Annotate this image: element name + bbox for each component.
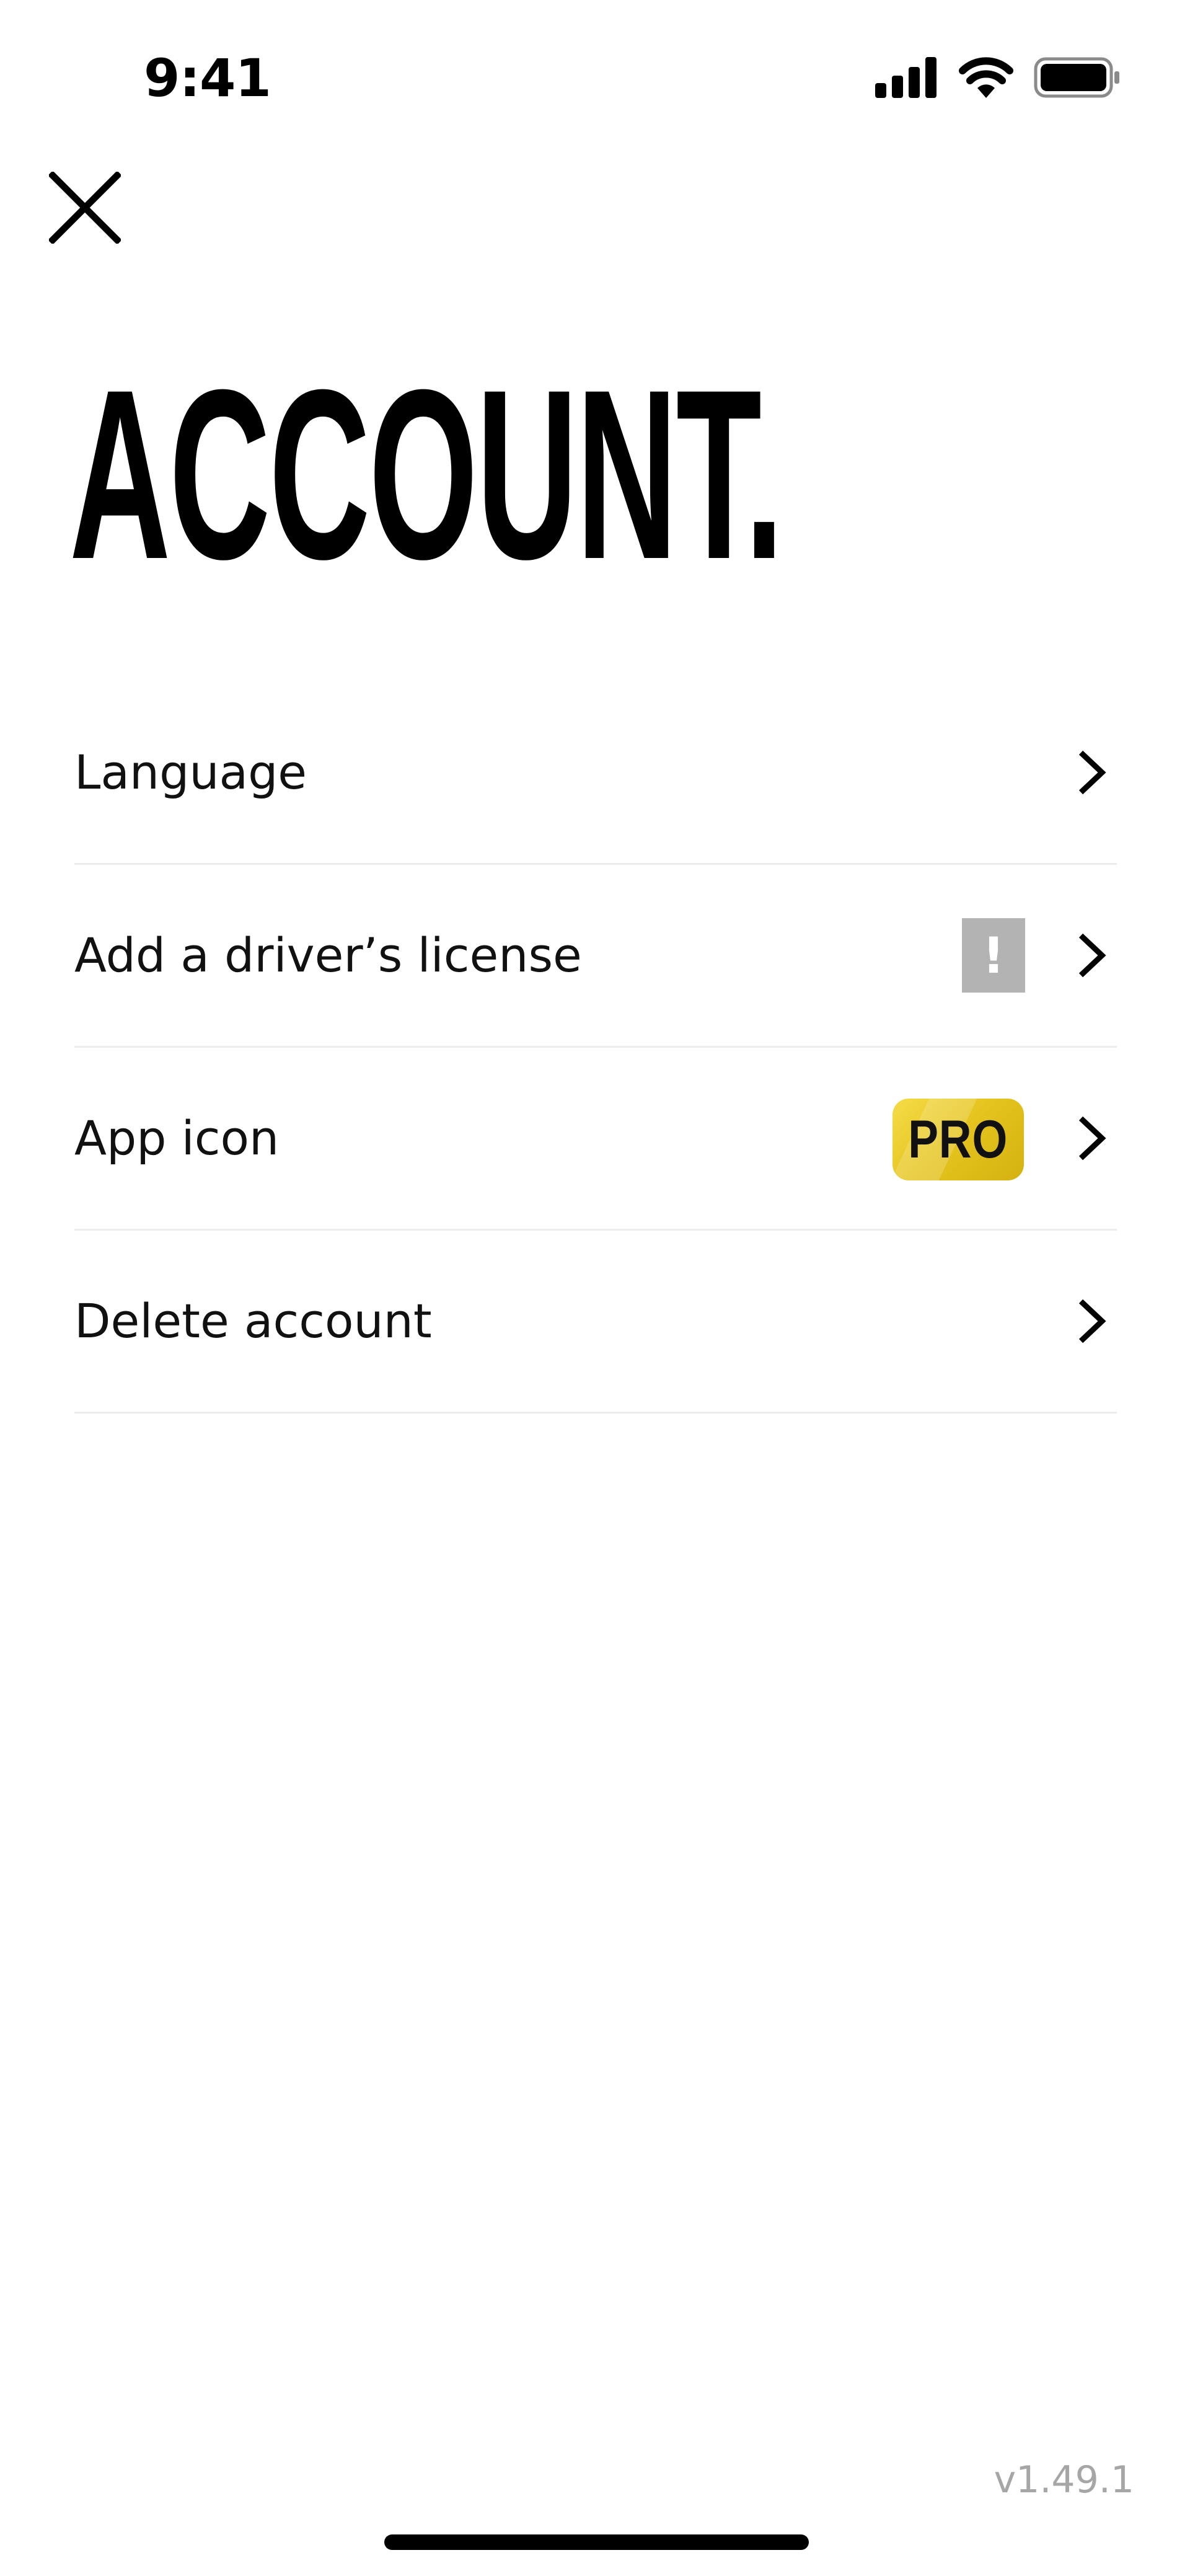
chevron-right-icon — [1078, 933, 1106, 978]
menu-item-drivers-license[interactable]: Add a driver’s license ! — [74, 865, 1117, 1048]
menu-item-language[interactable]: Language — [74, 682, 1117, 865]
warning-badge: ! — [962, 918, 1025, 993]
menu-item-label: App icon — [74, 1110, 280, 1166]
battery-icon — [1034, 57, 1119, 98]
close-icon — [49, 172, 121, 244]
pro-badge-text: PRO — [908, 1109, 1008, 1169]
status-bar: 9:41 — [0, 0, 1190, 149]
home-indicator[interactable] — [384, 2534, 809, 2550]
chevron-right-icon — [1078, 1299, 1106, 1343]
app-version: v1.49.1 — [994, 2458, 1134, 2502]
menu-item-delete-account[interactable]: Delete account — [74, 1231, 1117, 1414]
status-time: 9:41 — [144, 48, 271, 108]
menu-item-label: Delete account — [74, 1293, 432, 1348]
menu-item-label: Add a driver’s license — [74, 927, 582, 983]
wifi-icon — [959, 57, 1013, 98]
chevron-right-icon — [1078, 1116, 1106, 1161]
account-menu-list: Language Add a driver’s license ! App ic… — [74, 682, 1117, 1414]
menu-item-label: Language — [74, 745, 307, 800]
chevron-right-icon — [1078, 750, 1106, 795]
page-title: ACCOUNT. — [69, 339, 783, 609]
close-button[interactable] — [45, 167, 125, 248]
warning-badge-text: ! — [982, 926, 1005, 985]
menu-item-app-icon[interactable]: App icon PRO — [74, 1048, 1117, 1231]
cellular-signal-icon — [875, 57, 937, 98]
pro-badge: PRO — [892, 1099, 1024, 1180]
